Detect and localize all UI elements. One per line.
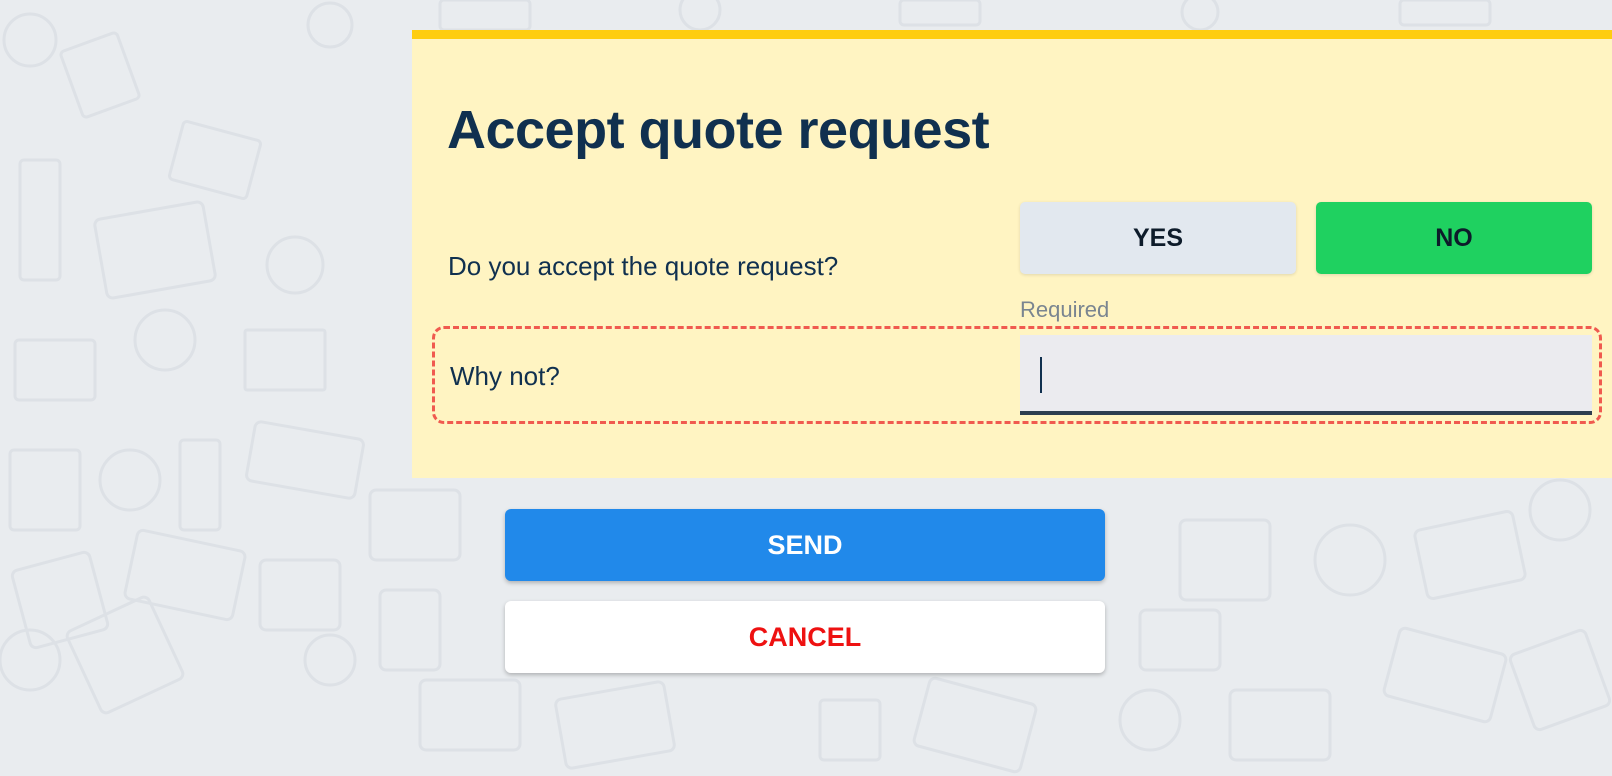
cancel-button[interactable]: CANCEL <box>505 601 1105 673</box>
yes-button[interactable]: YES <box>1020 202 1296 274</box>
page-title: Accept quote request <box>447 100 990 160</box>
accept-quote-card: Accept quote request Do you accept the q… <box>412 30 1612 478</box>
why-not-label: Why not? <box>450 361 560 391</box>
no-button[interactable]: NO <box>1316 202 1592 274</box>
send-button[interactable]: SEND <box>505 509 1105 581</box>
text-caret <box>1040 357 1042 393</box>
why-not-input[interactable] <box>1020 335 1592 415</box>
accept-question-label: Do you accept the quote request? <box>448 251 839 281</box>
required-hint: Required <box>1020 297 1110 322</box>
